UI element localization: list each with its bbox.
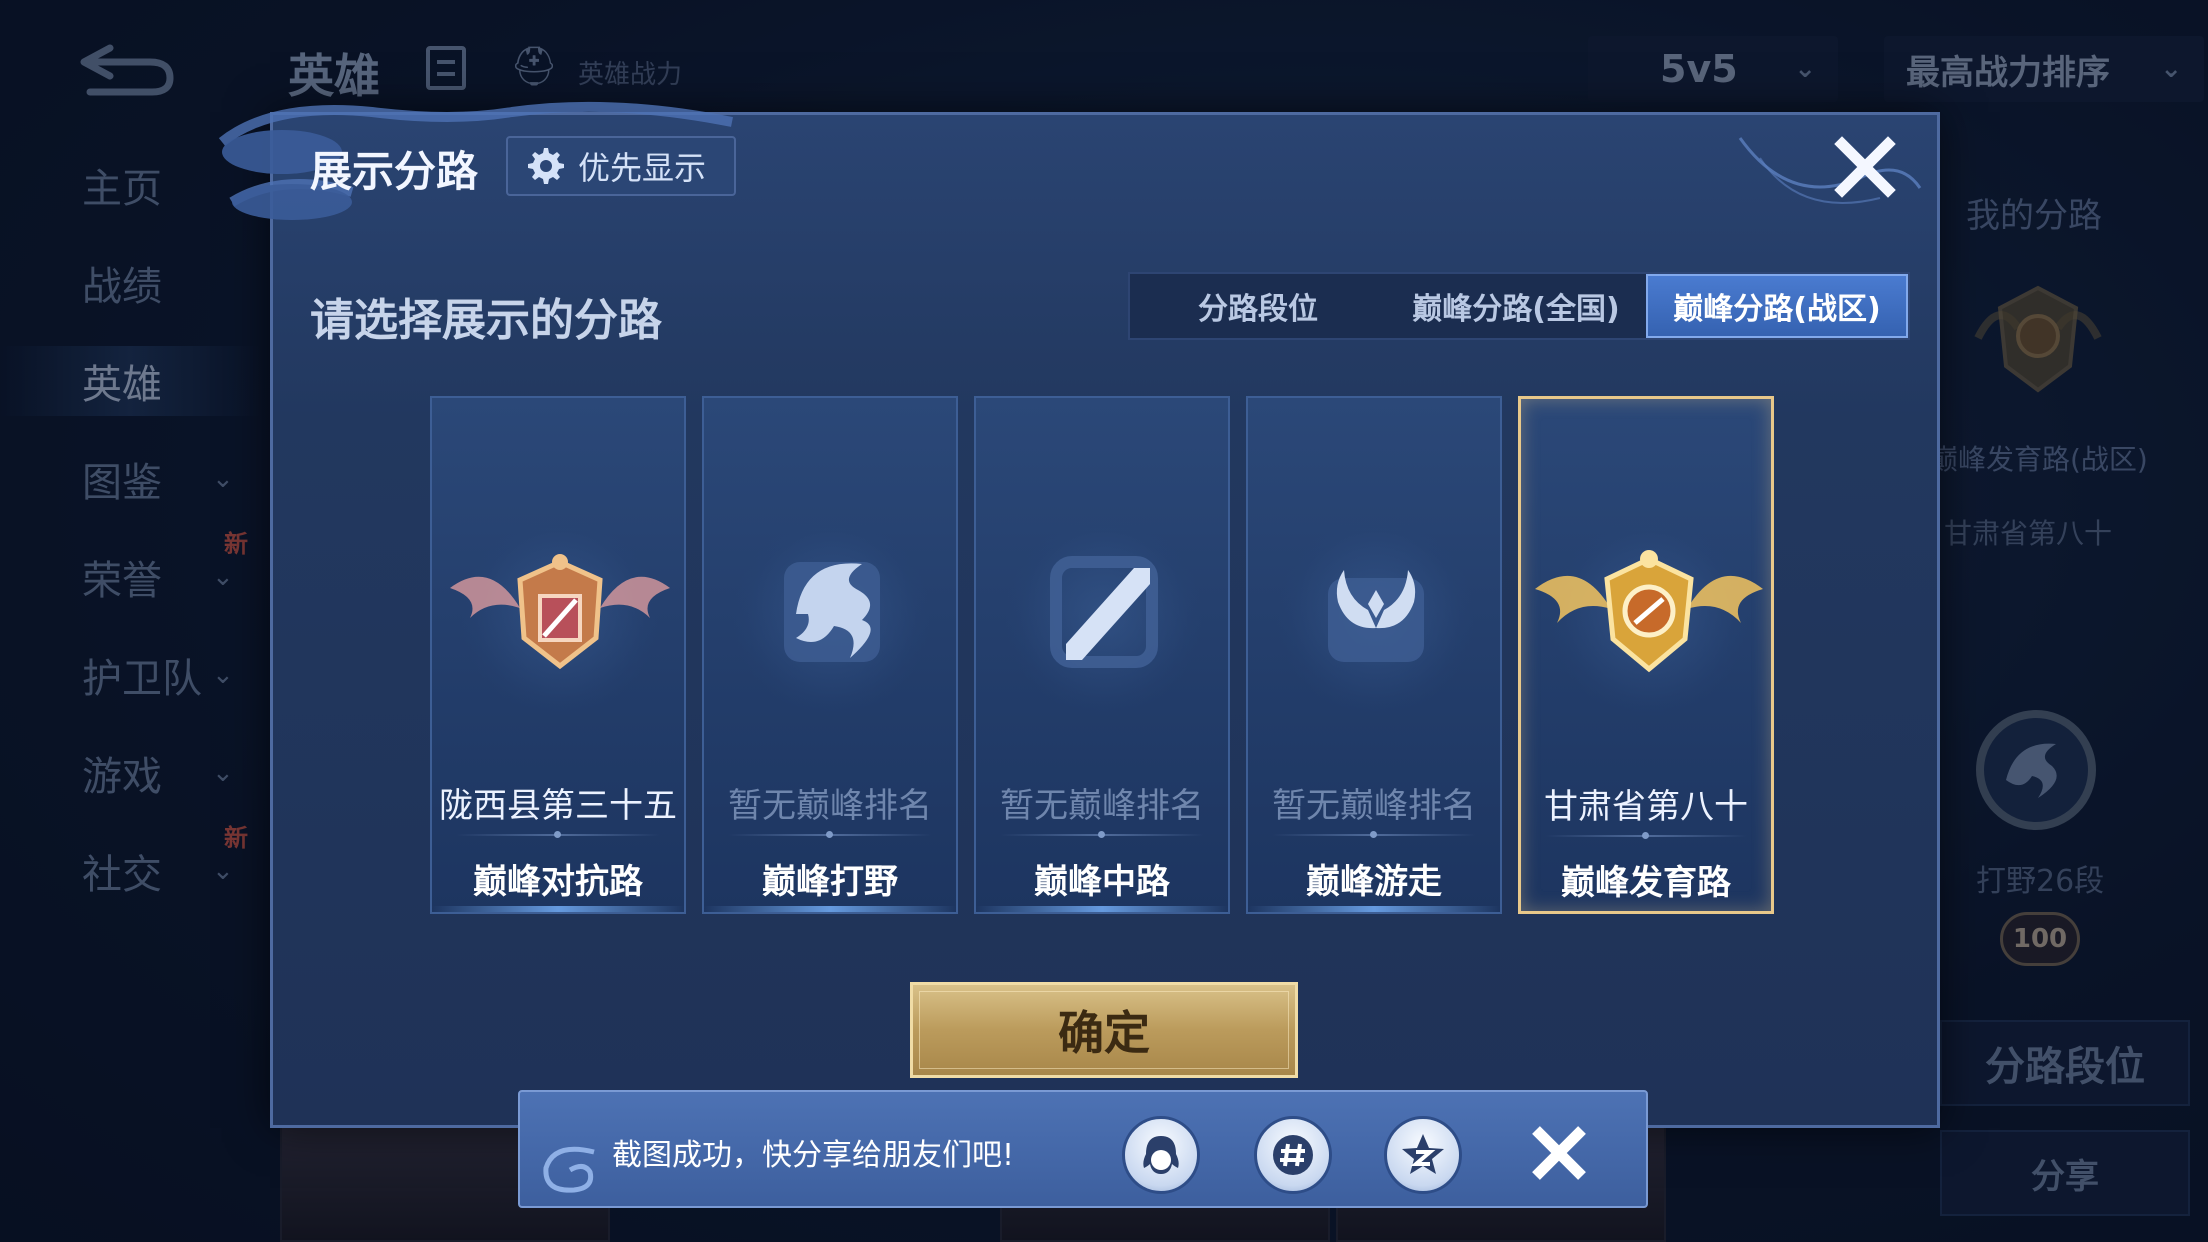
jungle-dragon-icon (712, 518, 952, 718)
sidebar-item[interactable]: 游戏 ⌄ (0, 738, 260, 808)
share-button[interactable]: 分享 (1940, 1130, 2190, 1216)
card-bottom-glow (704, 906, 956, 912)
lane-card[interactable]: 暂无巅峰排名 巅峰打野 (702, 396, 958, 914)
card-divider (728, 831, 932, 838)
sort-select[interactable]: 最高战力排序 ⌄ (1884, 36, 2204, 102)
lane-card[interactable]: 陇西县第三十五 巅峰对抗路 (430, 396, 686, 914)
sidebar-item-label: 战绩 (82, 264, 162, 310)
my-lanes-title: 我的分路 (1966, 196, 2102, 236)
lane-name: 巅峰打野 (762, 862, 898, 902)
sort-select-value: 最高战力排序 (1906, 52, 2110, 93)
card-divider (1000, 831, 1204, 838)
sidebar-item[interactable]: 英雄 (0, 346, 260, 416)
mode-select-value: 5v5 (1660, 47, 1738, 91)
hashtag-icon[interactable] (1254, 1116, 1332, 1194)
dialog-title: 展示分路 (310, 147, 479, 196)
hero-power-label[interactable]: 英雄战力 (578, 54, 682, 91)
farm-lane-emblem-icon (1529, 519, 1769, 719)
sidebar-item[interactable]: 荣誉 ⌄ 新 (0, 530, 260, 612)
card-divider (1545, 832, 1747, 839)
mid-lane-slash-icon (984, 518, 1224, 718)
clash-lane-emblem-icon (440, 518, 680, 718)
sidebar-item[interactable]: 主页 (0, 150, 260, 220)
lane-rank-button[interactable]: 分路段位 (1940, 1020, 2190, 1106)
lane-card[interactable]: 暂无巅峰排名 巅峰中路 (974, 396, 1230, 914)
lane-rank-text: 暂无巅峰排名 (1000, 786, 1204, 826)
card-divider (1272, 831, 1476, 838)
jungle-rank-label: 打野26段 (1976, 864, 2105, 899)
card-bottom-glow (976, 906, 1228, 912)
close-icon (1532, 1126, 1586, 1180)
sidebar-item-label: 护卫队 (82, 656, 202, 702)
chevron-down-icon: ⌄ (212, 464, 234, 494)
lane-rank-text: 甘肃省第八十 (1544, 787, 1748, 827)
close-icon (1834, 136, 1896, 198)
level-badge: 100 (2000, 912, 2080, 966)
sidebar-item[interactable]: 社交 ⌄ 新 (0, 824, 260, 906)
tab-peak-region[interactable]: 巅峰分路(战区) (1646, 274, 1908, 338)
close-dialog-button[interactable] (1832, 134, 1898, 200)
chevron-down-icon: ⌄ (2160, 54, 2182, 84)
tab-peak-national[interactable]: 巅峰分路(全国) (1386, 274, 1646, 338)
close-toast-button[interactable] (1524, 1118, 1594, 1188)
tab-lane-rank[interactable]: 分路段位 (1130, 274, 1386, 338)
lane-name: 巅峰中路 (1034, 862, 1170, 902)
card-bottom-glow (1248, 906, 1500, 912)
lane-name: 巅峰对抗路 (473, 862, 643, 902)
priority-display-button[interactable]: 优先显示 (506, 136, 736, 196)
card-divider (456, 831, 660, 838)
chevron-down-icon: ⌄ (212, 856, 234, 886)
list-icon[interactable] (426, 46, 466, 90)
sidebar-item[interactable]: 护卫队 ⌄ (0, 640, 260, 710)
new-badge: 新 (224, 824, 248, 852)
jungle-rank-badge-icon (1966, 700, 2106, 840)
chevron-down-icon: ⌄ (212, 758, 234, 788)
new-badge: 新 (224, 530, 248, 558)
chevron-down-icon: ⌄ (212, 562, 234, 592)
sidebar-item-label: 游戏 (82, 754, 162, 800)
farm-lane-badge-icon (1958, 278, 2118, 408)
lane-name: 巅峰发育路 (1561, 863, 1731, 903)
lane-card[interactable]: 暂无巅峰排名 巅峰游走 (1246, 396, 1502, 914)
sidebar-item[interactable]: 战绩 (0, 248, 260, 318)
back-arrow-icon[interactable] (70, 40, 180, 100)
confirm-button[interactable]: 确定 (910, 982, 1298, 1078)
priority-display-label: 优先显示 (578, 149, 707, 187)
sidebar-item-label: 主页 (82, 166, 162, 212)
share-message: 截图成功，快分享给朋友们吧! (612, 1138, 1015, 1173)
sidebar-item[interactable]: 图鉴 ⌄ (0, 444, 260, 514)
lane-rank-text: 暂无巅峰排名 (1272, 786, 1476, 826)
right-region-label: 甘肃省第八十 (1944, 517, 2113, 550)
chevron-down-icon: ⌄ (212, 660, 234, 690)
lane-card-selected[interactable]: 甘肃省第八十 巅峰发育路 (1518, 396, 1774, 914)
lane-tabs: 分路段位 巅峰分路(全国) 巅峰分路(战区) (1128, 272, 1910, 340)
qzone-icon[interactable] (1384, 1116, 1462, 1194)
swirl-ornament (543, 1146, 595, 1193)
chevron-down-icon: ⌄ (1794, 54, 1816, 84)
sidebar-item-label: 社交 (82, 852, 162, 898)
share-toast: 截图成功，快分享给朋友们吧! (518, 1090, 1648, 1208)
mode-select[interactable]: 5v5 ⌄ (1588, 36, 1838, 102)
lane-name: 巅峰游走 (1306, 862, 1442, 902)
card-bottom-glow (432, 906, 684, 912)
right-rank-label: 巅峰发育路(战区) (1930, 443, 2148, 476)
dialog-subtitle: 请选择展示的分路 (310, 295, 662, 346)
qq-icon[interactable] (1122, 1116, 1200, 1194)
lane-rank-text: 暂无巅峰排名 (728, 786, 932, 826)
sidebar-item-label: 荣誉 (82, 558, 162, 604)
roam-wings-icon (1256, 518, 1496, 718)
stage: 英雄 ⛑ 英雄战力 5v5 ⌄ 最高战力排序 ⌄ 主页 战绩 英雄 图鉴 ⌄ 荣誉 ⌄ 新护卫… (0, 0, 2208, 1242)
sidebar-item-label: 图鉴 (82, 460, 162, 506)
hero-power-icon: ⛑ (510, 44, 559, 88)
lane-rank-text: 陇西县第三十五 (439, 786, 677, 826)
gear-icon (528, 148, 564, 184)
header-title: 英雄 (288, 49, 380, 103)
sidebar-item-label: 英雄 (82, 362, 162, 408)
